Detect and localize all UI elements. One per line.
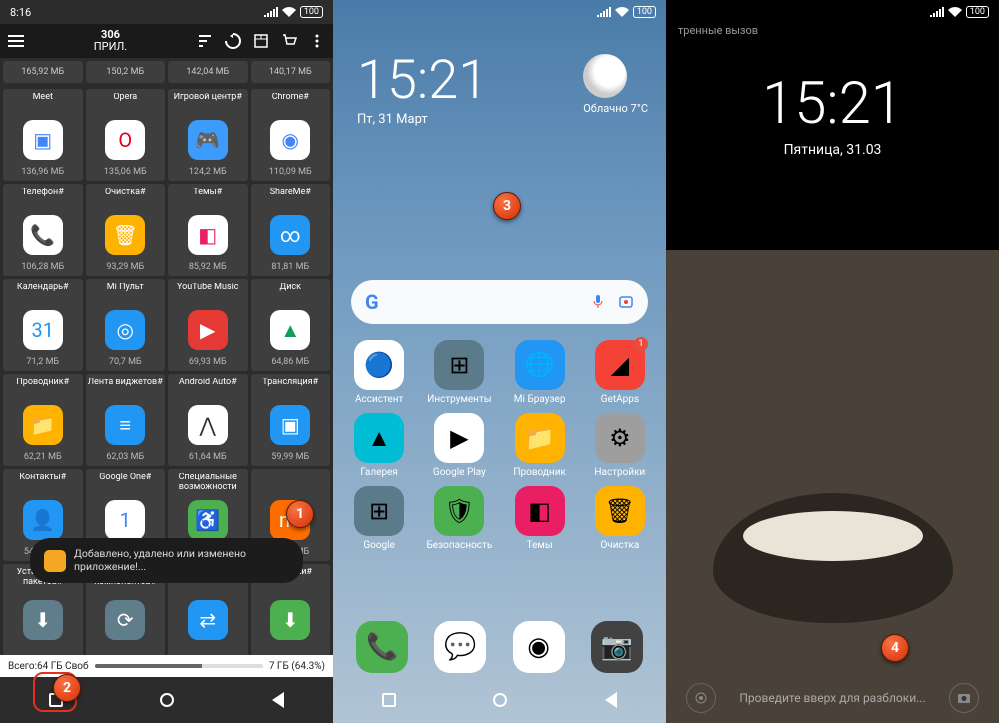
- status-bar: 100: [666, 0, 999, 24]
- google-icon: G: [365, 290, 379, 314]
- nav-home-icon[interactable]: [160, 693, 174, 707]
- home-app[interactable]: ▶ Google Play: [423, 413, 495, 478]
- annotation-marker: 1: [286, 500, 314, 528]
- app-tile[interactable]: Opera O 135,06 МБ: [86, 89, 166, 181]
- panel-home-screen: 100 15:21 Пт, 31 Март Облачно 7°C G 🔵 Ас…: [333, 0, 666, 723]
- nav-back-icon[interactable]: [605, 692, 617, 708]
- weather-widget[interactable]: Облачно 7°C: [583, 54, 648, 115]
- home-app[interactable]: ⊞ Инструменты: [423, 340, 495, 405]
- unlock-bar: Проведите вверх для разблоки...: [666, 683, 999, 713]
- app-tile[interactable]: Очистка# 🗑 93,29 МБ: [86, 184, 166, 276]
- annotation-marker: 4: [881, 634, 909, 662]
- app-tile[interactable]: Игровой центр# 🎮 124,2 МБ: [168, 89, 248, 181]
- more-icon[interactable]: [309, 33, 325, 49]
- app-tile[interactable]: ShareMe# ∞ 81,81 МБ: [251, 184, 331, 276]
- battery-pct: 100: [300, 6, 323, 18]
- dock-app[interactable]: 💬: [434, 621, 486, 673]
- app-tile[interactable]: Диск ▲ 64,86 МБ: [251, 279, 331, 371]
- clock-time: 15:21: [357, 54, 488, 108]
- status-bar: 8:16 100: [0, 0, 333, 24]
- lens-icon[interactable]: [618, 294, 634, 310]
- menu-icon[interactable]: [8, 35, 24, 47]
- app-tile[interactable]: Темы# ◧ 85,92 МБ: [168, 184, 248, 276]
- app-tile[interactable]: Mi Пульт ◎ 70,7 МБ: [86, 279, 166, 371]
- lock-date: Пятница, 31.03: [666, 142, 999, 158]
- battery-icon: 100: [633, 6, 656, 18]
- home-app[interactable]: 🌐 Mi Браузер: [504, 340, 576, 405]
- dock-app[interactable]: 📞: [356, 621, 408, 673]
- cart-icon[interactable]: [281, 33, 297, 49]
- wifi-icon: [948, 7, 962, 17]
- app-tile[interactable]: YouTube Music ▶ 69,93 МБ: [168, 279, 248, 371]
- app-tile[interactable]: Chrome# ◉ 110,09 МБ: [251, 89, 331, 181]
- home-app[interactable]: 🗑 Очистка: [584, 486, 656, 551]
- panel-lock-screen: 100 тренные вызов 15:21 Пятница, 31.03 П…: [666, 0, 999, 723]
- home-app[interactable]: ◢1 GetApps: [584, 340, 656, 405]
- search-bar[interactable]: G: [351, 280, 648, 324]
- toast-text: Добавлено, удалено или изменено приложен…: [74, 548, 289, 573]
- panel-app-manager: 8:16 100 306 ПРИЛ. 165,92 МБ150,2 МБ142,…: [0, 0, 333, 723]
- camera-icon[interactable]: [949, 683, 979, 713]
- signal-icon: [264, 7, 278, 17]
- status-bar: 100: [333, 0, 666, 24]
- notification-text: тренные вызов: [678, 24, 758, 37]
- voice-icon[interactable]: [686, 683, 716, 713]
- clock-date: Пт, 31 Март: [357, 112, 488, 127]
- sort-icon[interactable]: [197, 33, 213, 49]
- home-app-grid: 🔵 Ассистент ⊞ Инструменты 🌐 Mi Браузер ◢…: [343, 340, 656, 551]
- signal-icon: [930, 7, 944, 17]
- home-app[interactable]: 📁 Проводник: [504, 413, 576, 478]
- size-cell[interactable]: 142,04 МБ: [168, 61, 248, 83]
- home-app[interactable]: ⊞ Google: [343, 486, 415, 551]
- app-size-header-row: 165,92 МБ150,2 МБ142,04 МБ140,17 МБ: [0, 58, 333, 86]
- dock: 📞 💬 ◉ 📷: [343, 621, 656, 673]
- lock-time: 15:21: [666, 70, 999, 138]
- app-tile[interactable]: Проводник# 📁 62,21 МБ: [3, 374, 83, 466]
- signal-icon: [597, 7, 611, 17]
- size-cell[interactable]: 150,2 МБ: [86, 61, 166, 83]
- home-app[interactable]: ▲ Галерея: [343, 413, 415, 478]
- home-app[interactable]: ◧ Темы: [504, 486, 576, 551]
- wallpaper-surface: [666, 250, 999, 723]
- cloud-icon: [583, 54, 627, 98]
- box-icon[interactable]: [253, 33, 269, 49]
- toolbar-actions: [197, 33, 325, 49]
- dock-app[interactable]: 📷: [591, 621, 643, 673]
- size-cell[interactable]: 140,17 МБ: [251, 61, 331, 83]
- toast-notification[interactable]: Добавлено, удалено или изменено приложен…: [30, 538, 303, 583]
- home-app[interactable]: 🔵 Ассистент: [343, 340, 415, 405]
- storage-pct: 7 ГБ (64.3%): [269, 661, 325, 672]
- nav-recent-icon[interactable]: [382, 693, 396, 707]
- nav-bar: [333, 677, 666, 723]
- home-app[interactable]: 🛡 Безопасность: [423, 486, 495, 551]
- status-time: 8:16: [10, 6, 31, 19]
- nav-back-icon[interactable]: [272, 692, 284, 708]
- home-app[interactable]: ⚙ Настройки: [584, 413, 656, 478]
- wifi-icon: [282, 7, 296, 17]
- app-tile[interactable]: Android Auto# ⋀ 61,64 МБ: [168, 374, 248, 466]
- app-tile[interactable]: Телефон# 📞 106,28 МБ: [3, 184, 83, 276]
- status-icons: 100: [264, 6, 323, 18]
- annotation-marker: 2: [53, 674, 81, 702]
- wifi-icon: [615, 7, 629, 17]
- refresh-icon[interactable]: [225, 33, 241, 49]
- app-tile[interactable]: Трансляция# ▣ 59,99 МБ: [251, 374, 331, 466]
- lock-clock: 15:21 Пятница, 31.03: [666, 70, 999, 158]
- storage-label: Всего:64 ГБ Своб: [8, 661, 89, 672]
- mic-icon[interactable]: [590, 294, 606, 310]
- weather-text: Облачно 7°C: [583, 102, 648, 115]
- app-tile[interactable]: Лента виджетов# ≡ 62,03 МБ: [86, 374, 166, 466]
- size-cell[interactable]: 165,92 МБ: [3, 61, 83, 83]
- annotation-marker: 3: [493, 192, 521, 220]
- dock-app[interactable]: ◉: [513, 621, 565, 673]
- app-tile[interactable]: Meet ▣ 136,96 МБ: [3, 89, 83, 181]
- clock-widget[interactable]: 15:21 Пт, 31 Март: [357, 54, 488, 127]
- toast-icon: [44, 550, 66, 572]
- unlock-text: Проведите вверх для разблоки...: [716, 691, 949, 705]
- battery-icon: 100: [966, 6, 989, 18]
- nav-home-icon[interactable]: [493, 693, 507, 707]
- toolbar: 306 ПРИЛ.: [0, 24, 333, 58]
- app-count: 306 ПРИЛ.: [32, 29, 189, 53]
- app-tile[interactable]: Календарь# 31 71,2 МБ: [3, 279, 83, 371]
